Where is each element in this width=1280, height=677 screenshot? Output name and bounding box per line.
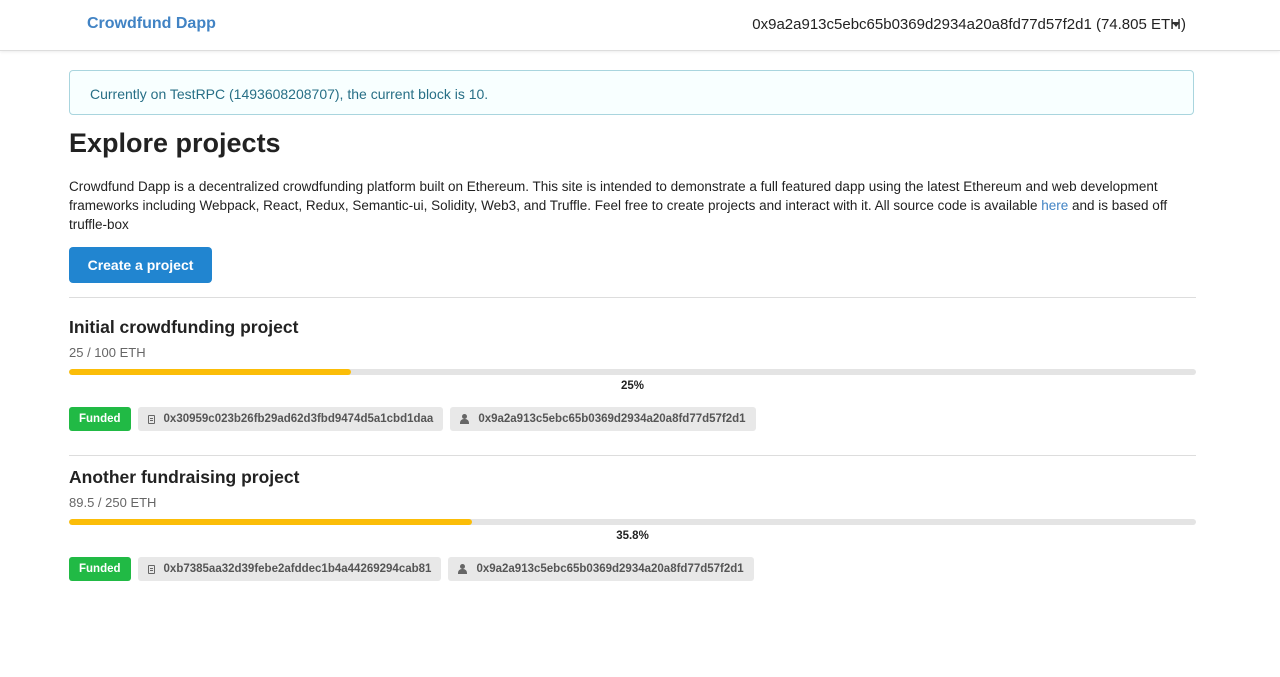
project-card: Initial crowdfunding project 25 / 100 ET… <box>69 317 1196 467</box>
top-menu: Crowdfund Dapp 0x9a2a913c5ebc65b0369d293… <box>0 0 1280 51</box>
creator-address-label: 0x9a2a913c5ebc65b0369d2934a20a8fd77d57f2… <box>450 407 756 431</box>
source-code-link[interactable]: here <box>1041 198 1068 213</box>
network-info-message: Currently on TestRPC (1493608208707), th… <box>69 70 1194 115</box>
create-project-button[interactable]: Create a project <box>69 247 212 283</box>
status-badge: Funded <box>69 557 131 581</box>
creator-address-label: 0x9a2a913c5ebc65b0369d2934a20a8fd77d57f2… <box>448 557 754 581</box>
user-icon <box>458 564 468 574</box>
creator-address: 0x9a2a913c5ebc65b0369d2934a20a8fd77d57f2… <box>476 563 744 575</box>
project-labels: Funded 0x30959c023b26fb29ad62d3fbd9474d5… <box>69 407 756 431</box>
progress-fill <box>69 519 473 525</box>
brand-link[interactable]: Crowdfund Dapp <box>87 15 216 33</box>
account-dropdown[interactable]: 0x9a2a913c5ebc65b0369d2934a20a8fd77d57f2… <box>752 16 1186 33</box>
caret-down-icon[interactable] <box>1172 22 1180 27</box>
intro-paragraph: Crowdfund Dapp is a decentralized crowdf… <box>69 177 1196 234</box>
progress-fill <box>69 369 351 375</box>
divider <box>69 455 1196 456</box>
progress-label: 25% <box>620 380 645 392</box>
creator-address: 0x9a2a913c5ebc65b0369d2934a20a8fd77d57f2… <box>478 413 746 425</box>
page-title: Explore projects <box>69 128 281 158</box>
progress-bar <box>69 369 1196 375</box>
intro-text: Crowdfund Dapp is a decentralized crowdf… <box>69 179 1158 213</box>
contract-address: 0xb7385aa32d39febe2afddec1b4a44269294cab… <box>163 563 432 575</box>
project-labels: Funded 0xb7385aa32d39febe2afddec1b4a4426… <box>69 557 754 581</box>
status-badge: Funded <box>69 407 131 431</box>
project-amount: 25 / 100 ETH <box>69 345 146 360</box>
contract-address: 0x30959c023b26fb29ad62d3fbd9474d5a1cbd1d… <box>163 413 434 425</box>
project-amount: 89.5 / 250 ETH <box>69 495 157 510</box>
project-title[interactable]: Initial crowdfunding project <box>69 317 298 338</box>
file-text-icon <box>147 414 155 424</box>
divider <box>69 297 1196 298</box>
contract-address-label: 0x30959c023b26fb29ad62d3fbd9474d5a1cbd1d… <box>137 407 444 431</box>
progress-bar <box>69 519 1196 525</box>
progress-label: 35.8% <box>616 530 649 542</box>
contract-address-label: 0xb7385aa32d39febe2afddec1b4a44269294cab… <box>137 557 442 581</box>
project-title[interactable]: Another fundraising project <box>69 467 299 488</box>
project-card: Another fundraising project 89.5 / 250 E… <box>69 467 1196 617</box>
user-icon <box>460 414 470 424</box>
network-info-text: Currently on TestRPC (1493608208707), th… <box>90 86 489 102</box>
file-text-icon <box>147 564 155 574</box>
